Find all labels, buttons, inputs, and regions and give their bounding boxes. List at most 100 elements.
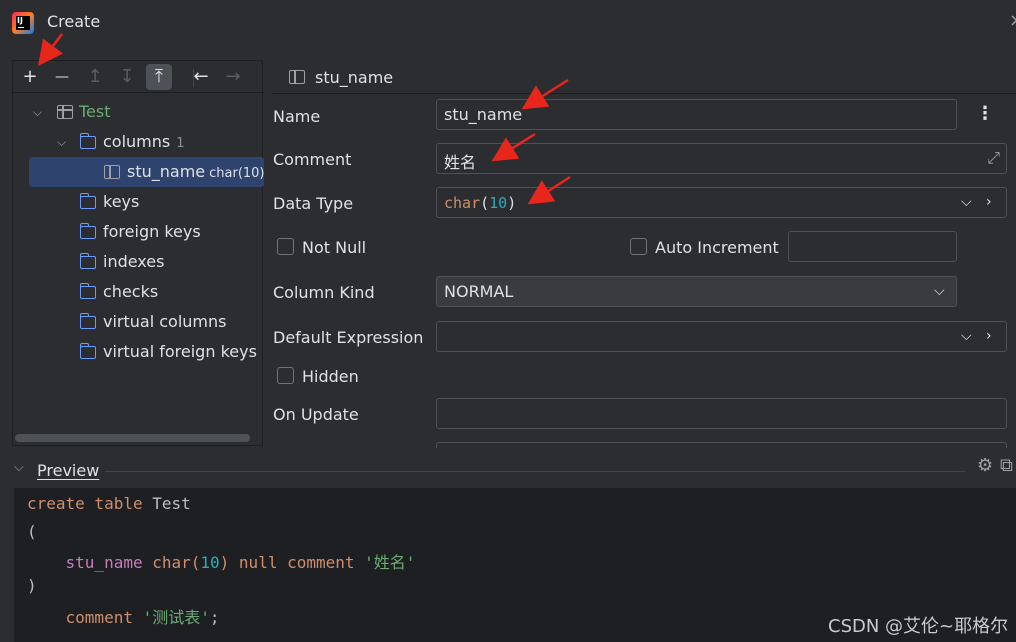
- columns-label: columns: [103, 132, 171, 151]
- tree-item-foreign-keys[interactable]: foreign keys: [13, 217, 264, 247]
- popout-icon[interactable]: ⧉: [1000, 455, 1013, 476]
- folder-icon: [79, 133, 96, 149]
- name-input[interactable]: stu_name: [436, 99, 957, 130]
- not-null-checkbox[interactable]: [277, 238, 294, 255]
- editor-header-title: stu_name: [315, 68, 394, 87]
- back-button[interactable]: ←: [188, 64, 214, 90]
- chevron-down-icon[interactable]: ⌵: [57, 127, 66, 157]
- auto-increment-checkbox[interactable]: [630, 238, 647, 255]
- preview-header[interactable]: ⌵ Preview: [0, 456, 1016, 486]
- column-name: stu_name: [127, 162, 206, 181]
- tree-item-label: checks: [103, 282, 159, 301]
- column-icon: [104, 165, 120, 179]
- chevron-down-icon[interactable]: ⌵: [934, 283, 945, 299]
- tree-item-checks[interactable]: checks: [13, 277, 264, 307]
- data-type-keyword: char: [444, 194, 481, 212]
- tree-item-label: virtual columns: [103, 312, 227, 331]
- on-update-label: On Update: [273, 405, 359, 424]
- tree-item-label: stu_name char(10): [127, 157, 265, 189]
- code-line: comment '测试表';: [27, 604, 220, 628]
- chevron-down-icon[interactable]: ⌵: [14, 460, 24, 475]
- code-token: '测试表': [142, 608, 210, 627]
- auto-increment-input[interactable]: [788, 231, 957, 262]
- comment-value: 姓名: [444, 153, 477, 172]
- gear-icon[interactable]: ⚙: [977, 455, 993, 476]
- editor-header: stu_name: [272, 60, 1016, 94]
- forward-button[interactable]: →: [220, 64, 246, 90]
- tree-item-columns[interactable]: ⌵ columns 1: [13, 127, 264, 157]
- tree-item-label: Test: [79, 102, 111, 121]
- app-logo-icon: IJ: [12, 12, 34, 34]
- tree-item-column-stu-name[interactable]: stu_name char(10): [29, 157, 265, 189]
- chevron-down-icon[interactable]: ⌵: [33, 97, 42, 127]
- hidden-label: Hidden: [302, 367, 359, 386]
- close-icon[interactable]: ×: [1009, 10, 1016, 31]
- code-token: ) null comment: [219, 553, 365, 572]
- add-button[interactable]: +: [17, 64, 43, 90]
- folder-icon: [79, 313, 96, 329]
- code-line: stu_name char(10) null comment '姓名': [27, 549, 416, 573]
- code-token: stu_name: [65, 553, 143, 572]
- column-icon: [289, 70, 305, 84]
- code-line: (: [27, 522, 37, 541]
- column-kind-label: Column Kind: [273, 283, 375, 302]
- tree-toolbar: + — ↥ ↧ ⤒ ← →: [13, 61, 264, 93]
- code-token: comment: [65, 608, 133, 627]
- chevron-down-icon[interactable]: ⌵: [961, 328, 972, 344]
- code-token: char(: [142, 553, 201, 572]
- folder-icon: [79, 193, 96, 209]
- comment-label: Comment: [273, 150, 352, 169]
- code-token: ;: [209, 608, 220, 627]
- auto-increment-label: Auto Increment: [655, 238, 779, 257]
- data-type-value: char(10): [444, 194, 516, 212]
- tree-item-virtual-foreign-keys[interactable]: virtual foreign keys: [13, 337, 264, 367]
- chevron-right-icon[interactable]: ›: [986, 194, 992, 210]
- tree-item-indexes[interactable]: indexes: [13, 247, 264, 277]
- horizontal-scrollbar[interactable]: [15, 434, 250, 442]
- next-field-partial[interactable]: [436, 442, 1007, 448]
- code-token: '姓名': [364, 553, 416, 572]
- code-token: 10: [200, 553, 220, 572]
- code-line: ): [27, 576, 37, 595]
- tree-item-label: columns 1: [103, 127, 185, 159]
- table-icon: [57, 105, 73, 119]
- default-expression-input[interactable]: ⌵ ›: [436, 321, 1007, 352]
- tree-item-keys[interactable]: keys: [13, 187, 264, 217]
- tree-item-virtual-columns[interactable]: virtual columns: [13, 307, 264, 337]
- name-value: stu_name: [444, 105, 523, 124]
- collapse-button[interactable]: ⤒: [146, 64, 172, 90]
- tree-item-label: virtual foreign keys: [103, 342, 257, 361]
- code-token: Test: [142, 494, 191, 513]
- on-update-input[interactable]: [436, 398, 1007, 429]
- code-token: create table: [27, 494, 143, 513]
- chevron-down-icon[interactable]: ⌵: [961, 194, 972, 210]
- create-dialog: IJ Create × + — ↥ ↧ ⤒ ← → ⌵ Test ⌵ colum…: [0, 0, 1016, 642]
- folder-icon: [79, 283, 96, 299]
- preview-label: Preview: [37, 461, 100, 480]
- expand-icon[interactable]: ⤢: [987, 148, 1000, 168]
- folder-icon: [79, 343, 96, 359]
- data-type-length: 10: [489, 194, 508, 212]
- data-type-input[interactable]: char(10) ⌵ ›: [436, 187, 1007, 218]
- name-label: Name: [273, 107, 321, 126]
- folder-icon: [79, 223, 96, 239]
- columns-count: 1: [176, 136, 185, 151]
- move-up-button[interactable]: ↥: [82, 64, 108, 90]
- comment-input[interactable]: 姓名 ⤢: [436, 143, 1007, 174]
- default-expression-label: Default Expression: [273, 328, 424, 347]
- remove-button[interactable]: —: [49, 64, 75, 90]
- more-options-icon[interactable]: ⋮: [976, 103, 994, 124]
- column-kind-value: NORMAL: [444, 282, 514, 301]
- column-kind-select[interactable]: NORMAL ⌵: [436, 276, 957, 307]
- preview-divider: [105, 471, 965, 472]
- move-down-button[interactable]: ↧: [114, 64, 140, 90]
- structure-tree-panel: + — ↥ ↧ ⤒ ← → ⌵ Test ⌵ columns 1 stu_name…: [12, 60, 265, 446]
- chevron-right-icon[interactable]: ›: [986, 328, 992, 344]
- title-bar: IJ Create ×: [0, 0, 1016, 46]
- paren-open: (: [480, 194, 490, 212]
- tree-item-table[interactable]: ⌵ Test: [13, 97, 264, 127]
- window-title: Create: [47, 12, 101, 31]
- hidden-checkbox[interactable]: [277, 367, 294, 384]
- not-null-label: Not Null: [302, 238, 367, 257]
- paren-close: ): [507, 194, 517, 212]
